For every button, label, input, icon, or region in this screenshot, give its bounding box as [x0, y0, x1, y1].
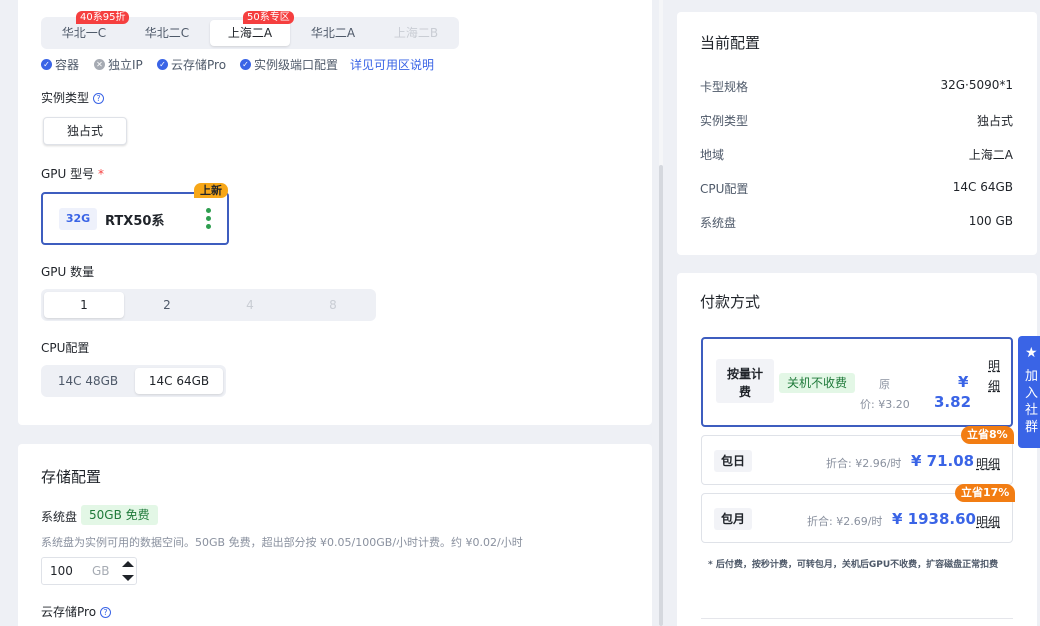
star-icon: ★	[1025, 345, 1038, 361]
feature-container: ✓ 容器	[41, 56, 79, 73]
summary-value-instance: 独占式	[976, 114, 1013, 128]
payment-daily-price: ¥ 71.08	[911, 452, 975, 470]
tab-region-hb2c[interactable]: 华北二C	[127, 20, 207, 46]
gpu-count-4: 4	[246, 298, 254, 312]
feature-port-config: ✓ 实例级端口配置	[240, 56, 338, 73]
summary-label-instance: 实例类型	[700, 114, 749, 128]
payment-daily-name: 包日	[714, 450, 752, 472]
region-discount-badge: 40系95折	[76, 11, 130, 24]
gpu-new-badge: 上新	[194, 183, 228, 198]
summary-label-region: 地域	[700, 148, 725, 162]
payment-hourly-orig-price: 价: ¥3.20	[860, 398, 910, 411]
decrement-icon[interactable]	[122, 575, 134, 581]
summary-value-region: 上海二A	[968, 148, 1013, 162]
payment-hourly-detail-link[interactable]: 明细	[988, 356, 1002, 396]
summary-value-disk: 100 GB	[968, 214, 1013, 228]
system-disk-description: 系统盘为实例可用的数据空间。50GB 免费，超出部分按 ¥0.05/100GB/…	[41, 536, 523, 549]
payment-note: * 后付费，按秒计费，可转包月，关机后GPU不收费，扩容磁盘正常扣费	[708, 560, 999, 570]
join-community-tab[interactable]: ★ 加入社群	[1018, 336, 1040, 448]
system-disk-label: 系统盘	[41, 510, 78, 524]
feature-cloud-storage: ✓ 云存储Pro	[157, 56, 226, 73]
summary-label-disk: 系统盘	[700, 216, 737, 230]
gpu-model-card-rtx50[interactable]: 32G RTX50系	[41, 192, 229, 245]
gpu-model-name: RTX50系	[105, 214, 165, 229]
help-icon[interactable]: ?	[93, 93, 105, 104]
tab-region-hb2a[interactable]: 华北二A	[293, 20, 373, 46]
payment-title: 付款方式	[700, 293, 761, 311]
scrollbar-thumb[interactable]	[659, 165, 663, 626]
payment-monthly-price: ¥ 1938.60	[892, 510, 976, 528]
summary-label-cpu: CPU配置	[700, 182, 749, 196]
region-50-series-badge: 50系专区	[243, 11, 294, 24]
gpu-count-label: GPU 数量	[41, 265, 95, 279]
cross-icon: ✕	[94, 59, 105, 70]
check-icon: ✓	[240, 59, 251, 70]
payment-hourly-currency: ¥	[958, 373, 969, 391]
increment-icon[interactable]	[122, 561, 134, 567]
summary-label-gpu: 卡型规格	[700, 80, 749, 94]
system-disk-size-input[interactable]: 100 GB	[41, 557, 137, 585]
gpu-model-label: GPU 型号 *	[41, 167, 104, 181]
payment-monthly-save-badge: 立省17%	[955, 484, 1016, 502]
payment-monthly-name: 包月	[714, 508, 752, 530]
cpu-option-48gb[interactable]: 14C 48GB	[44, 368, 132, 394]
cpu-config-label: CPU配置	[41, 341, 90, 355]
instance-type-exclusive[interactable]: 独占式	[43, 117, 127, 145]
divider	[701, 618, 1013, 619]
check-icon: ✓	[157, 59, 168, 70]
payment-monthly-detail-link[interactable]: 明细	[976, 513, 1000, 530]
payment-hourly-name: 按量计费	[716, 359, 774, 403]
system-disk-size-unit: GB	[92, 564, 110, 578]
region-details-link[interactable]: 详见可用区说明	[350, 56, 434, 73]
join-community-label: 加入社群	[1025, 369, 1039, 435]
summary-value-cpu: 14C 64GB	[952, 180, 1013, 194]
payment-option-hourly[interactable]: 按量计费 关机不收费 原 价: ¥3.20 ¥ 3.82 明细	[701, 337, 1013, 427]
system-disk-size-value: 100	[50, 564, 73, 578]
storage-title: 存储配置	[41, 468, 102, 486]
help-icon[interactable]: ?	[100, 607, 112, 618]
payment-daily-detail-link[interactable]: 明细	[976, 455, 1000, 472]
payment-shutdown-free-tag: 关机不收费	[779, 373, 856, 393]
instance-type-label: 实例类型?	[41, 89, 105, 106]
more-options-icon[interactable]	[206, 208, 212, 232]
current-config-title: 当前配置	[700, 34, 761, 52]
payment-hourly-orig-label: 原	[879, 378, 890, 391]
gpu-memory-badge: 32G	[59, 208, 97, 230]
gpu-count-8: 8	[329, 298, 337, 312]
feature-public-ip: ✕ 独立IP	[94, 56, 143, 73]
tab-region-sh2b: 上海二B	[393, 26, 439, 40]
payment-monthly-equiv: 折合: ¥2.69/时	[807, 515, 883, 528]
payment-daily-save-badge: 立省8%	[961, 426, 1014, 444]
system-disk-free-tag: 50GB 免费	[81, 505, 158, 525]
payment-hourly-price: 3.82	[934, 393, 972, 411]
payment-daily-equiv: 折合: ¥2.96/时	[826, 457, 902, 470]
summary-value-gpu: 32G·5090*1	[940, 78, 1013, 92]
cloud-storage-label: 云存储Pro?	[41, 603, 112, 620]
check-icon: ✓	[41, 59, 52, 70]
gpu-count-1[interactable]: 1	[44, 292, 124, 318]
cpu-option-64gb[interactable]: 14C 64GB	[135, 368, 223, 394]
gpu-count-2[interactable]: 2	[127, 292, 207, 318]
